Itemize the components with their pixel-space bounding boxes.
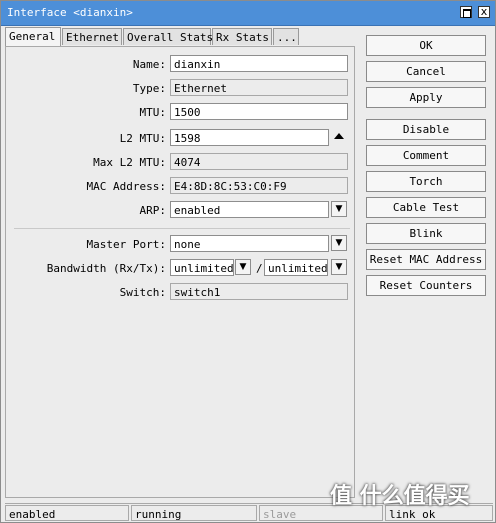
reset-mac-address-button[interactable]: Reset MAC Address [366, 249, 486, 270]
tab-more[interactable]: ... [273, 28, 299, 45]
bandwidth-rx-dropdown-icon[interactable]: ▼ [235, 259, 251, 275]
master-port-label: Master Port: [86, 238, 166, 251]
maximize-icon[interactable] [460, 6, 472, 18]
watermark-logo: 值 什么值得买 [330, 484, 470, 509]
max-l2mtu-label: Max L2 MTU: [93, 156, 166, 169]
mac-address-label: MAC Address: [86, 180, 166, 193]
arp-select[interactable]: enabled [170, 201, 329, 218]
close-icon[interactable]: x [478, 6, 490, 18]
name-input[interactable]: dianxin [170, 55, 348, 72]
arp-label: ARP: [139, 204, 167, 217]
collapse-up-icon[interactable] [334, 133, 344, 139]
bandwidth-rx-select[interactable]: unlimited [170, 259, 234, 276]
bandwidth-tx-select[interactable]: unlimited [264, 259, 328, 276]
master-port-select[interactable]: none [170, 235, 329, 252]
cable-test-button[interactable]: Cable Test [366, 197, 486, 218]
status-running: running [131, 505, 257, 521]
status-enabled: enabled [5, 505, 129, 521]
cancel-button[interactable]: Cancel [366, 61, 486, 82]
general-panel: Name: dianxin Type: Ethernet MTU: 1500 L… [5, 46, 355, 498]
master-port-dropdown-icon[interactable]: ▼ [331, 235, 347, 251]
bandwidth-label: Bandwidth (Rx/Tx): [46, 262, 166, 275]
ok-button[interactable]: OK [366, 35, 486, 56]
tab-overall-stats[interactable]: Overall Stats [123, 28, 213, 45]
apply-button[interactable]: Apply [366, 87, 486, 108]
name-label: Name: [132, 58, 166, 71]
title-bar[interactable]: Interface <dianxin> x [1, 1, 495, 26]
switch-label: Switch: [119, 286, 166, 299]
bandwidth-separator: / [256, 262, 263, 275]
window-title: Interface <dianxin> [7, 6, 133, 19]
switch-field: switch1 [170, 283, 348, 300]
tab-rx-stats[interactable]: Rx Stats [212, 28, 272, 45]
disable-button[interactable]: Disable [366, 119, 486, 140]
l2mtu-input[interactable]: 1598 [170, 129, 329, 146]
interface-window: Interface <dianxin> x General Ethernet O… [0, 0, 496, 523]
mtu-input[interactable]: 1500 [170, 103, 348, 120]
type-field: Ethernet [170, 79, 348, 96]
comment-button[interactable]: Comment [366, 145, 486, 166]
l2mtu-label: L2 MTU: [119, 132, 166, 145]
blink-button[interactable]: Blink [366, 223, 486, 244]
mac-address-field: E4:8D:8C:53:C0:F9 [170, 177, 348, 194]
separator [14, 228, 350, 229]
tab-ethernet[interactable]: Ethernet [62, 28, 122, 45]
arp-dropdown-icon[interactable]: ▼ [331, 201, 347, 217]
bandwidth-tx-dropdown-icon[interactable]: ▼ [331, 259, 347, 275]
max-l2mtu-field: 4074 [170, 153, 348, 170]
torch-button[interactable]: Torch [366, 171, 486, 192]
tab-general[interactable]: General [5, 27, 61, 46]
type-label: Type: [132, 82, 166, 95]
reset-counters-button[interactable]: Reset Counters [366, 275, 486, 296]
mtu-label: MTU: [139, 106, 167, 119]
